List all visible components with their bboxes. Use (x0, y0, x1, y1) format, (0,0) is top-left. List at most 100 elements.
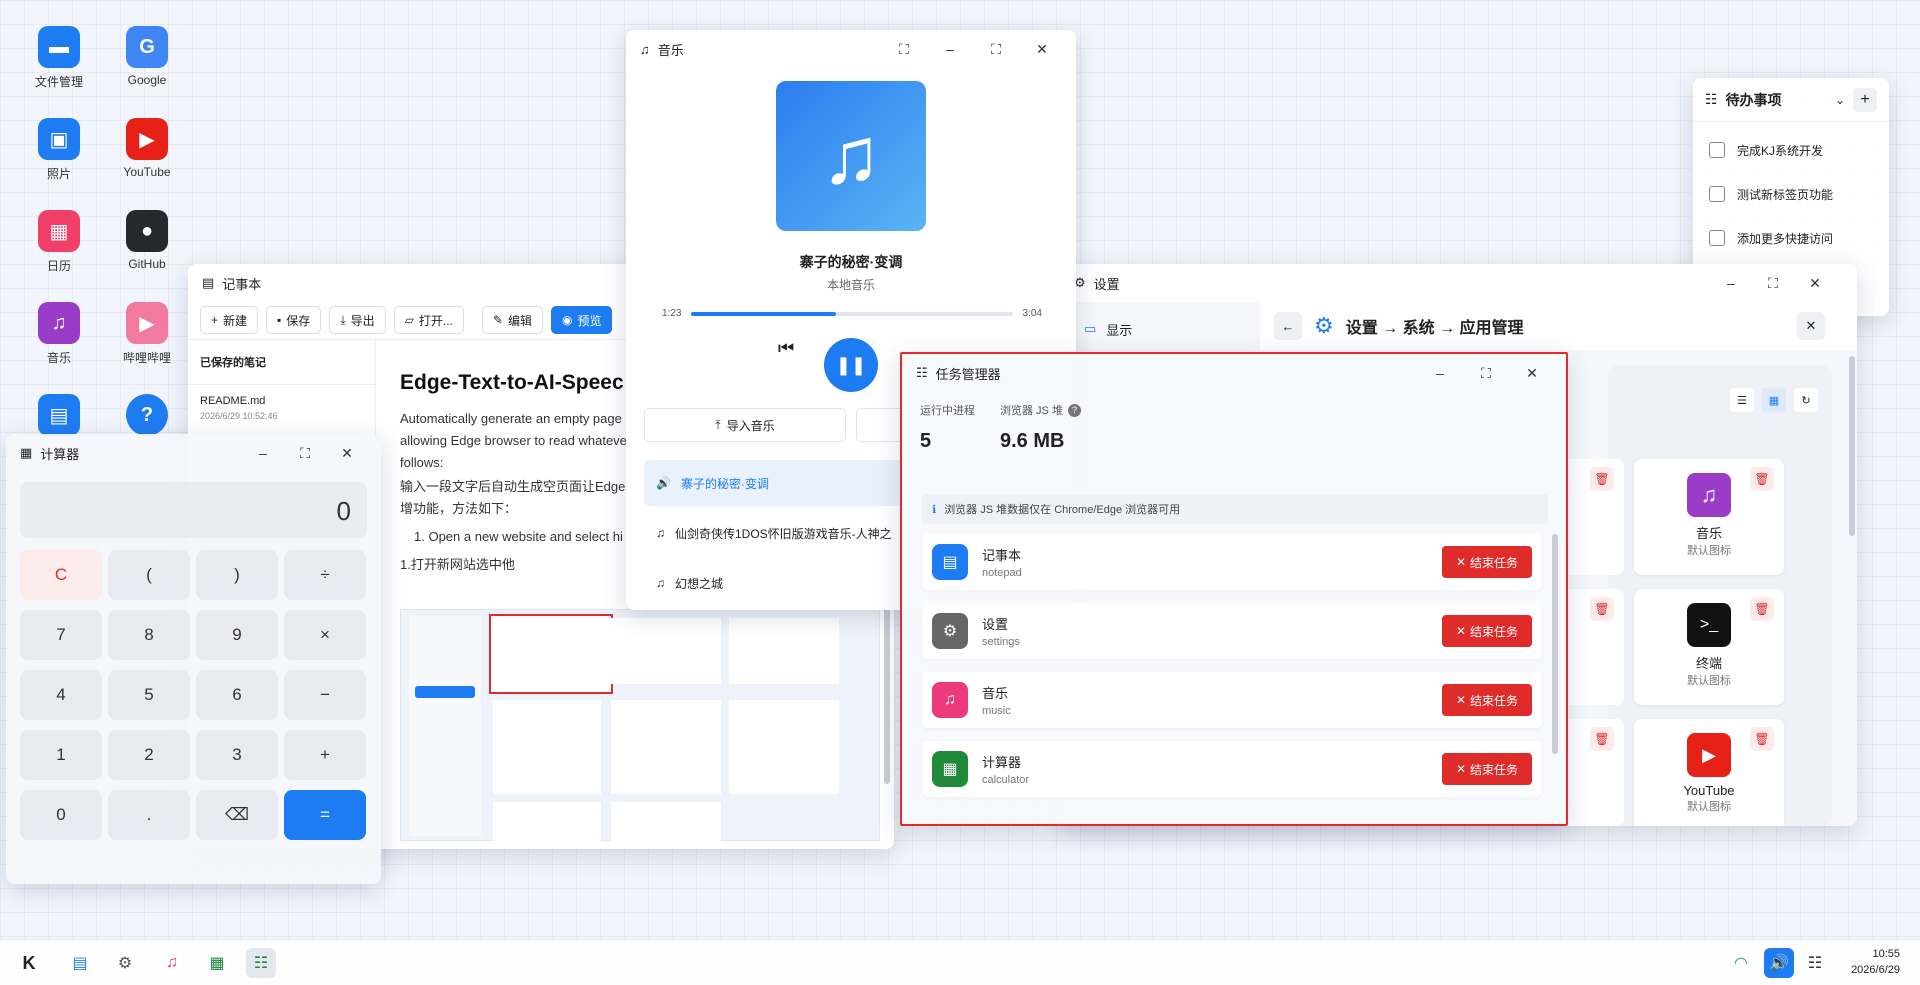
end-task-button[interactable]: ✕ 结束任务 (1442, 546, 1532, 578)
wifi-icon[interactable]: ◠ (1726, 948, 1756, 978)
key-5-button[interactable]: 5 (108, 670, 190, 720)
key-1-button[interactable]: 1 (20, 730, 102, 780)
grid-view-button[interactable]: ▦ (1762, 388, 1786, 412)
todo-checkbox[interactable] (1709, 186, 1725, 202)
save-button[interactable]: ▪ 保存 (266, 306, 322, 334)
taskbar-calculator-icon[interactable]: ▦ (202, 948, 232, 978)
todo-item[interactable]: 添加更多快捷访问 (1693, 216, 1889, 260)
todo-item-label: 完成KJ系统开发 (1737, 143, 1824, 158)
taskbar-task-manager-icon[interactable]: ☷ (246, 948, 276, 978)
todo-item[interactable]: 测试新标签页功能 (1693, 172, 1889, 216)
todo-checkbox[interactable] (1709, 142, 1725, 158)
key-3-button[interactable]: 3 (196, 730, 278, 780)
key-subtract-button[interactable]: − (284, 670, 366, 720)
task-list-icon: ☷ (916, 365, 928, 380)
app-card[interactable]: 🗑 >_ 终端 默认图标 (1634, 589, 1784, 705)
minimize-button[interactable]: – (1723, 275, 1739, 291)
maximize-button[interactable]: ⛶ (1478, 365, 1494, 382)
todo-item[interactable]: 完成KJ系统开发 (1693, 128, 1889, 172)
key-open-paren-button[interactable]: ( (108, 550, 190, 600)
desktop-icon-github[interactable]: ● GitHub (117, 210, 177, 271)
desktop-icon-music[interactable]: ♫ 音乐 (29, 302, 89, 366)
maximize-button[interactable]: ⛶ (297, 445, 313, 462)
minimize-button[interactable]: – (942, 41, 958, 57)
key-add-button[interactable]: + (284, 730, 366, 780)
new-button[interactable]: + 新建 (200, 306, 259, 334)
key-backspace-button[interactable]: ⌫ (196, 790, 278, 840)
key-multiply-button[interactable]: × (284, 610, 366, 660)
key-0-button[interactable]: 0 (20, 790, 102, 840)
music-note-icon: ♫ (640, 41, 650, 57)
key-8-button[interactable]: 8 (108, 610, 190, 660)
close-button[interactable]: ✕ (339, 445, 355, 462)
end-task-button[interactable]: ✕ 结束任务 (1442, 684, 1532, 716)
delete-icon[interactable]: 🗑 (1590, 467, 1614, 491)
back-button[interactable]: ← (1274, 312, 1302, 340)
key-clear-button[interactable]: C (20, 550, 102, 600)
end-task-button[interactable]: ✕ 结束任务 (1442, 615, 1532, 647)
end-task-button[interactable]: ✕ 结束任务 (1442, 753, 1532, 785)
desktop-icon-files[interactable]: ▬ 文件管理 (29, 26, 89, 90)
refresh-button[interactable]: ↻ (1794, 388, 1818, 412)
close-panel-button[interactable]: ✕ (1797, 312, 1825, 340)
progress-bar[interactable] (691, 311, 1013, 316)
taskbar-notepad-icon[interactable]: ▤ (65, 948, 95, 978)
key-2-button[interactable]: 2 (108, 730, 190, 780)
notification-list-icon[interactable]: ☷ (1800, 948, 1830, 978)
rewind-button[interactable]: ⏮ (778, 338, 794, 359)
close-button[interactable]: ✕ (1034, 41, 1050, 58)
note-item[interactable]: README.md 2026/6/29 10:52:46 (188, 385, 375, 431)
close-button[interactable]: ✕ (1807, 275, 1823, 292)
key-equals-button[interactable]: = (284, 790, 366, 840)
key-6-button[interactable]: 6 (196, 670, 278, 720)
pause-button[interactable]: ❚❚ (824, 338, 878, 392)
taskbar-music-icon[interactable]: ♫ (157, 948, 187, 978)
preview-button[interactable]: ◉ 预览 (550, 306, 613, 334)
minimize-button[interactable]: – (255, 445, 271, 461)
open-button[interactable]: ▱ 打开... (393, 306, 464, 334)
key-4-button[interactable]: 4 (20, 670, 102, 720)
close-button[interactable]: ✕ (1524, 365, 1540, 382)
app-card[interactable]: 🗑 ♫ 音乐 默认图标 (1634, 459, 1784, 575)
pip-button[interactable]: ⛶ (896, 41, 912, 58)
maximize-button[interactable]: ⛶ (1765, 275, 1781, 292)
app-card-sub: 默认图标 (1687, 801, 1731, 813)
desktop-icon-calendar[interactable]: ▦ 日历 (29, 210, 89, 274)
app-card[interactable]: 🗑 ▶ YouTube 默认图标 (1634, 719, 1784, 826)
edit-button[interactable]: ✎ 编辑 (481, 306, 543, 334)
button-label: 保存 (286, 313, 311, 328)
desktop-icon-google[interactable]: G Google (117, 26, 177, 87)
chevron-down-icon[interactable]: ⌄ (1835, 93, 1845, 107)
start-logo-icon[interactable]: K (14, 948, 44, 978)
maximize-button[interactable]: ⛶ (988, 41, 1004, 58)
desktop-icon-photos[interactable]: ▣ 照片 (29, 118, 89, 182)
key-7-button[interactable]: 7 (20, 610, 102, 660)
key-decimal-button[interactable]: . (108, 790, 190, 840)
settings-sidebar-item-display[interactable]: ▭ 显示 (1070, 312, 1250, 346)
delete-icon[interactable]: 🗑 (1590, 727, 1614, 751)
desktop-icon-bilibili[interactable]: ▶ 哔哩哔哩 (117, 302, 177, 366)
list-view-button[interactable]: ☰ (1730, 388, 1754, 412)
key-close-paren-button[interactable]: ) (196, 550, 278, 600)
key-9-button[interactable]: 9 (196, 610, 278, 660)
doc-screenshot-image (400, 609, 880, 842)
help-icon[interactable]: ? (1067, 403, 1081, 417)
music-icon: ♫ (38, 302, 80, 344)
clock[interactable]: 10:55 2026/6/29 (1851, 946, 1900, 978)
desktop-icon-youtube[interactable]: ▶ YouTube (117, 118, 177, 179)
delete-icon[interactable]: 🗑 (1750, 597, 1774, 621)
volume-icon[interactable]: 🔊 (1764, 948, 1794, 978)
taskbar-settings-icon[interactable]: ⚙ (110, 948, 140, 978)
delete-icon[interactable]: 🗑 (1750, 727, 1774, 751)
todo-checkbox[interactable] (1709, 230, 1725, 246)
add-todo-button[interactable]: + (1853, 87, 1877, 112)
delete-icon[interactable]: 🗑 (1590, 597, 1614, 621)
import-music-button[interactable]: ⤒ 导入音乐 (644, 408, 846, 442)
scrollbar[interactable] (1552, 534, 1558, 754)
minimize-button[interactable]: – (1432, 365, 1448, 381)
scrollbar[interactable] (1849, 356, 1855, 536)
key-divide-button[interactable]: ÷ (284, 550, 366, 600)
button-label: 预览 (577, 313, 602, 328)
delete-icon[interactable]: 🗑 (1750, 467, 1774, 491)
export-button[interactable]: ⤓ 导出 (329, 306, 386, 334)
